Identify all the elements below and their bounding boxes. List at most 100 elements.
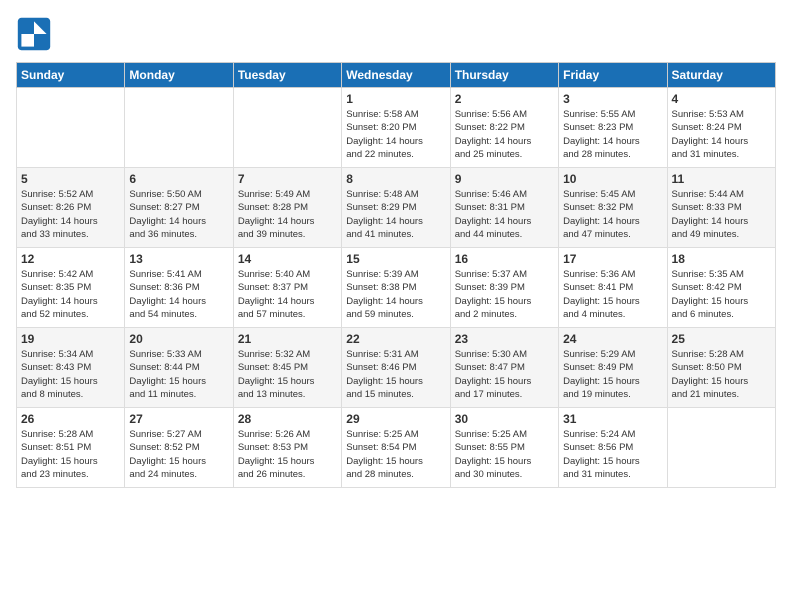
day-cell: 6 Sunrise: 5:50 AM Sunset: 8:27 PM Daylig…	[125, 168, 233, 248]
day-info: Sunrise: 5:40 AM Sunset: 8:37 PM Dayligh…	[238, 268, 337, 321]
day-number: 16	[455, 252, 554, 266]
day-number: 29	[346, 412, 445, 426]
day-cell: 16 Sunrise: 5:37 AM Sunset: 8:39 PM Dayli…	[450, 248, 558, 328]
day-number: 15	[346, 252, 445, 266]
day-cell: 22Sunrise: 5:31 AM Sunset: 8:46 PM Dayli…	[342, 328, 450, 408]
day-number: 21	[238, 332, 337, 346]
day-cell: 9 Sunrise: 5:46 AM Sunset: 8:31 PM Daylig…	[450, 168, 558, 248]
day-number: 10	[563, 172, 662, 186]
day-number: 28	[238, 412, 337, 426]
day-cell	[667, 408, 775, 488]
week-row-3: 19 Sunrise: 5:34 AM Sunset: 8:43 PM Dayli…	[17, 328, 776, 408]
day-number: 2	[455, 92, 554, 106]
day-cell: 27Sunrise: 5:27 AM Sunset: 8:52 PM Dayli…	[125, 408, 233, 488]
col-header-saturday: Saturday	[667, 63, 775, 88]
day-number: 25	[672, 332, 771, 346]
day-info: Sunrise: 5:34 AM Sunset: 8:43 PM Dayligh…	[21, 348, 120, 401]
day-cell: 13 Sunrise: 5:41 AM Sunset: 8:36 PM Dayli…	[125, 248, 233, 328]
day-cell: 20 Sunrise: 5:33 AM Sunset: 8:44 PM Dayli…	[125, 328, 233, 408]
day-number: 14	[238, 252, 337, 266]
col-header-thursday: Thursday	[450, 63, 558, 88]
day-info: Sunrise: 5:35 AM Sunset: 8:42 PM Dayligh…	[672, 268, 771, 321]
day-cell	[17, 88, 125, 168]
calendar-table: SundayMondayTuesdayWednesdayThursdayFrid…	[16, 62, 776, 488]
day-info: Sunrise: 5:29 AM Sunset: 8:49 PM Dayligh…	[563, 348, 662, 401]
day-info: Sunrise: 5:41 AM Sunset: 8:36 PM Dayligh…	[129, 268, 228, 321]
day-info: Sunrise: 5:37 AM Sunset: 8:39 PM Dayligh…	[455, 268, 554, 321]
day-cell: 30 Sunrise: 5:25 AM Sunset: 8:55 PM Dayli…	[450, 408, 558, 488]
week-row-4: 26 Sunrise: 5:28 AM Sunset: 8:51 PM Dayli…	[17, 408, 776, 488]
day-cell: 23 Sunrise: 5:30 AM Sunset: 8:47 PM Dayli…	[450, 328, 558, 408]
day-number: 19	[21, 332, 120, 346]
day-number: 5	[21, 172, 120, 186]
day-info: Sunrise: 5:30 AM Sunset: 8:47 PM Dayligh…	[455, 348, 554, 401]
day-info: Sunrise: 5:46 AM Sunset: 8:31 PM Dayligh…	[455, 188, 554, 241]
day-info: Sunrise: 5:25 AM Sunset: 8:55 PM Dayligh…	[455, 428, 554, 481]
day-number: 8	[346, 172, 445, 186]
day-info: Sunrise: 5:44 AM Sunset: 8:33 PM Dayligh…	[672, 188, 771, 241]
day-info: Sunrise: 5:56 AM Sunset: 8:22 PM Dayligh…	[455, 108, 554, 161]
col-header-monday: Monday	[125, 63, 233, 88]
day-info: Sunrise: 5:32 AM Sunset: 8:45 PM Dayligh…	[238, 348, 337, 401]
col-header-wednesday: Wednesday	[342, 63, 450, 88]
day-number: 20	[129, 332, 228, 346]
day-number: 11	[672, 172, 771, 186]
day-number: 31	[563, 412, 662, 426]
day-number: 7	[238, 172, 337, 186]
day-cell: 12Sunrise: 5:42 AM Sunset: 8:35 PM Dayli…	[17, 248, 125, 328]
day-cell	[233, 88, 341, 168]
day-cell: 8Sunrise: 5:48 AM Sunset: 8:29 PM Daylig…	[342, 168, 450, 248]
day-number: 30	[455, 412, 554, 426]
day-info: Sunrise: 5:27 AM Sunset: 8:52 PM Dayligh…	[129, 428, 228, 481]
day-number: 22	[346, 332, 445, 346]
day-cell: 24 Sunrise: 5:29 AM Sunset: 8:49 PM Dayli…	[559, 328, 667, 408]
day-number: 23	[455, 332, 554, 346]
day-info: Sunrise: 5:55 AM Sunset: 8:23 PM Dayligh…	[563, 108, 662, 161]
day-info: Sunrise: 5:45 AM Sunset: 8:32 PM Dayligh…	[563, 188, 662, 241]
day-number: 13	[129, 252, 228, 266]
day-number: 3	[563, 92, 662, 106]
day-cell: 19 Sunrise: 5:34 AM Sunset: 8:43 PM Dayli…	[17, 328, 125, 408]
day-info: Sunrise: 5:25 AM Sunset: 8:54 PM Dayligh…	[346, 428, 445, 481]
logo-icon	[16, 16, 52, 52]
day-cell: 26 Sunrise: 5:28 AM Sunset: 8:51 PM Dayli…	[17, 408, 125, 488]
day-cell: 29 Sunrise: 5:25 AM Sunset: 8:54 PM Dayli…	[342, 408, 450, 488]
day-info: Sunrise: 5:53 AM Sunset: 8:24 PM Dayligh…	[672, 108, 771, 161]
day-cell: 15Sunrise: 5:39 AM Sunset: 8:38 PM Dayli…	[342, 248, 450, 328]
day-info: Sunrise: 5:49 AM Sunset: 8:28 PM Dayligh…	[238, 188, 337, 241]
col-header-sunday: Sunday	[17, 63, 125, 88]
day-number: 17	[563, 252, 662, 266]
day-number: 4	[672, 92, 771, 106]
day-info: Sunrise: 5:28 AM Sunset: 8:51 PM Dayligh…	[21, 428, 120, 481]
day-number: 6	[129, 172, 228, 186]
day-number: 9	[455, 172, 554, 186]
day-cell: 18 Sunrise: 5:35 AM Sunset: 8:42 PM Dayli…	[667, 248, 775, 328]
day-info: Sunrise: 5:33 AM Sunset: 8:44 PM Dayligh…	[129, 348, 228, 401]
day-number: 18	[672, 252, 771, 266]
day-cell: 3 Sunrise: 5:55 AM Sunset: 8:23 PM Daylig…	[559, 88, 667, 168]
day-info: Sunrise: 5:26 AM Sunset: 8:53 PM Dayligh…	[238, 428, 337, 481]
col-header-friday: Friday	[559, 63, 667, 88]
day-cell: 2 Sunrise: 5:56 AM Sunset: 8:22 PM Daylig…	[450, 88, 558, 168]
day-cell: 7 Sunrise: 5:49 AM Sunset: 8:28 PM Daylig…	[233, 168, 341, 248]
week-row-1: 5Sunrise: 5:52 AM Sunset: 8:26 PM Daylig…	[17, 168, 776, 248]
week-row-2: 12Sunrise: 5:42 AM Sunset: 8:35 PM Dayli…	[17, 248, 776, 328]
day-cell: 17 Sunrise: 5:36 AM Sunset: 8:41 PM Dayli…	[559, 248, 667, 328]
day-cell: 5Sunrise: 5:52 AM Sunset: 8:26 PM Daylig…	[17, 168, 125, 248]
week-row-0: 1Sunrise: 5:58 AM Sunset: 8:20 PM Daylig…	[17, 88, 776, 168]
day-info: Sunrise: 5:36 AM Sunset: 8:41 PM Dayligh…	[563, 268, 662, 321]
day-number: 12	[21, 252, 120, 266]
day-number: 26	[21, 412, 120, 426]
day-cell: 1Sunrise: 5:58 AM Sunset: 8:20 PM Daylig…	[342, 88, 450, 168]
day-info: Sunrise: 5:50 AM Sunset: 8:27 PM Dayligh…	[129, 188, 228, 241]
day-cell: 4 Sunrise: 5:53 AM Sunset: 8:24 PM Daylig…	[667, 88, 775, 168]
day-cell	[125, 88, 233, 168]
day-cell: 11 Sunrise: 5:44 AM Sunset: 8:33 PM Dayli…	[667, 168, 775, 248]
day-cell: 28 Sunrise: 5:26 AM Sunset: 8:53 PM Dayli…	[233, 408, 341, 488]
day-info: Sunrise: 5:28 AM Sunset: 8:50 PM Dayligh…	[672, 348, 771, 401]
header	[16, 16, 776, 52]
day-number: 24	[563, 332, 662, 346]
header-row: SundayMondayTuesdayWednesdayThursdayFrid…	[17, 63, 776, 88]
day-cell: 31Sunrise: 5:24 AM Sunset: 8:56 PM Dayli…	[559, 408, 667, 488]
day-cell: 21 Sunrise: 5:32 AM Sunset: 8:45 PM Dayli…	[233, 328, 341, 408]
